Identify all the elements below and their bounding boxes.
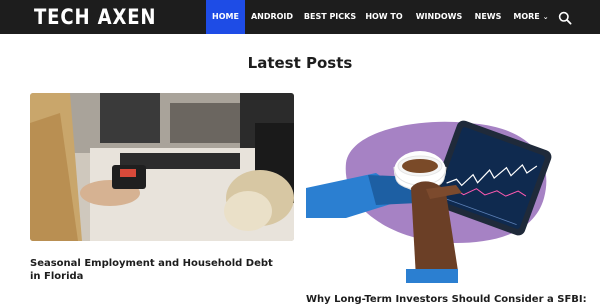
post-thumbnail[interactable] <box>30 93 294 241</box>
nav-item-label: HOW TO <box>365 12 403 21</box>
nav-item-label: HOME <box>212 12 239 21</box>
nav-item-windows[interactable]: WINDOWS <box>412 0 466 34</box>
site-header: TECH AXEN HOME ANDROID BEST PICKS HOW TO… <box>0 0 600 34</box>
post-thumbnail[interactable] <box>306 93 570 283</box>
nav-item-label: NEWS <box>474 12 502 21</box>
site-logo[interactable]: TECH AXEN <box>34 3 156 31</box>
post-title[interactable]: Seasonal Employment and Household Debt i… <box>30 257 280 283</box>
nav-item-label: BEST PICKS <box>303 12 357 21</box>
search-icon[interactable] <box>558 11 572 25</box>
nav-item-best-picks[interactable]: BEST PICKS <box>302 0 358 34</box>
nav-item-label: ANDROID <box>250 12 294 21</box>
post-image <box>30 93 294 241</box>
nav-item-home[interactable]: HOME <box>206 0 245 34</box>
nav-item-news[interactable]: NEWS <box>472 0 504 34</box>
nav-item-how-to[interactable]: HOW TO <box>363 0 405 34</box>
nav-item-android[interactable]: ANDROID <box>248 0 296 34</box>
nav-item-label: MORE <box>513 12 540 21</box>
post-image <box>306 93 570 283</box>
nav-item-label: WINDOWS <box>415 12 463 21</box>
chevron-down-icon: ⌄ <box>542 13 549 21</box>
section-title: Latest Posts <box>247 54 353 72</box>
nav-item-more[interactable]: MORE ⌄ <box>510 0 552 34</box>
